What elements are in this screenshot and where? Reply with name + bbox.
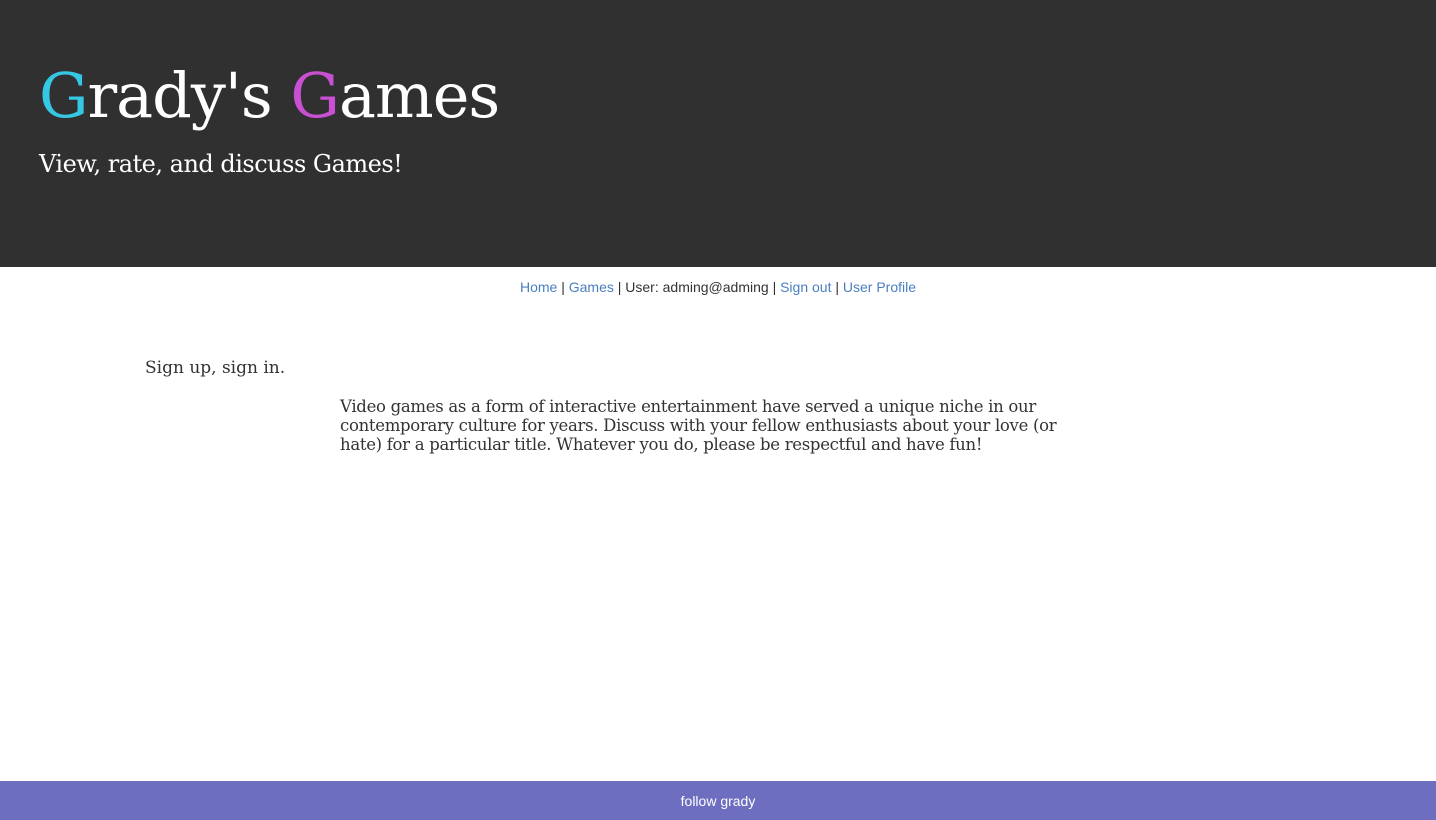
signin-prompt: Sign up, sign in.	[145, 358, 286, 378]
site-header: Grady's Games View, rate, and discuss Ga…	[0, 0, 1436, 267]
title-part-1: rady's	[87, 59, 291, 132]
nav-separator: |	[772, 279, 777, 295]
intro-paragraph: Video games as a form of interactive ent…	[340, 397, 1057, 454]
nav-link-sign-out[interactable]: Sign out	[780, 279, 831, 295]
title-accent-letter-2: G	[290, 59, 340, 132]
site-footer: follow grady	[0, 781, 1436, 820]
site-tagline: View, rate, and discuss Games!	[39, 150, 403, 178]
nav-link-games[interactable]: Games	[569, 279, 614, 295]
nav-user-label: User: adming@adming	[625, 279, 769, 295]
nav-separator: |	[617, 279, 622, 295]
nav-separator: |	[835, 279, 839, 295]
footer-follow-link[interactable]: follow grady	[681, 792, 756, 810]
nav-separator: |	[561, 279, 565, 295]
nav-link-home[interactable]: Home	[520, 279, 557, 295]
title-part-2: ames	[338, 59, 500, 132]
site-title: Grady's Games	[39, 56, 500, 136]
title-accent-letter-1: G	[39, 59, 89, 132]
nav-bar: Home | Games | User: adming@adming | Sig…	[0, 277, 1436, 297]
nav-link-user-profile[interactable]: User Profile	[843, 279, 916, 295]
